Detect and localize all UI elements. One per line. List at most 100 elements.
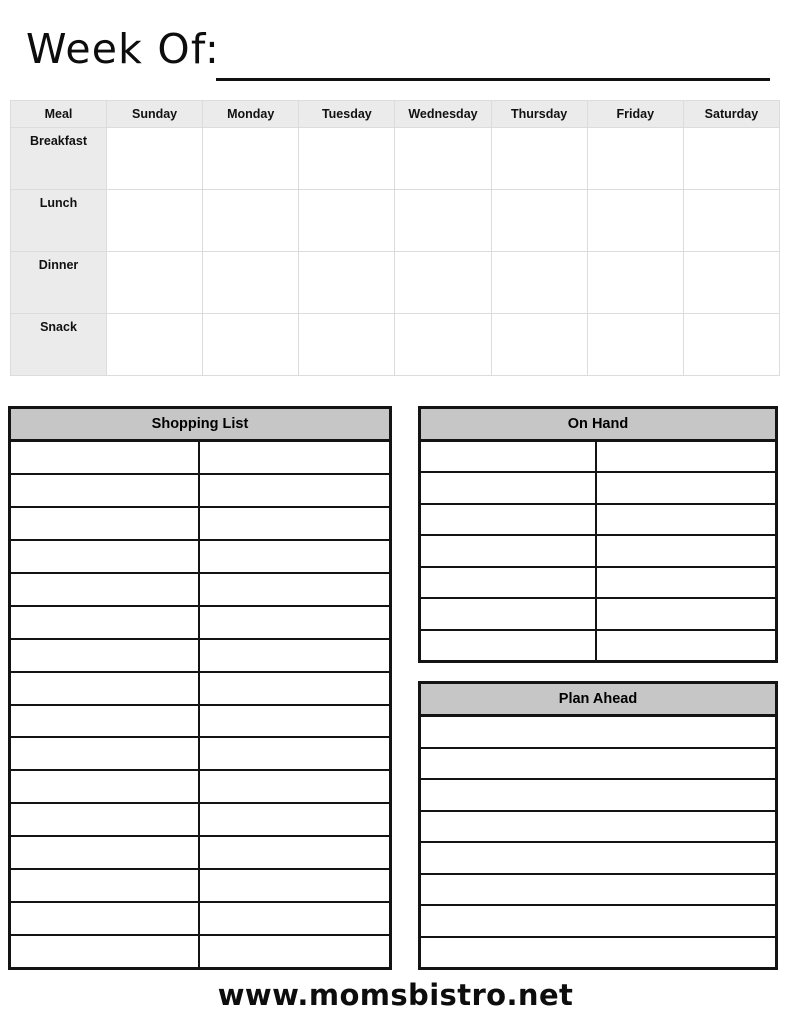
meal-cell-lunch-wednesday[interactable] <box>394 189 492 252</box>
shopping-list-cell-left[interactable] <box>11 903 200 935</box>
meal-cell-lunch-monday[interactable] <box>202 189 300 252</box>
shopping-list-cell-right[interactable] <box>200 837 389 868</box>
on-hand-cell-left[interactable] <box>421 473 597 503</box>
on-hand-cell-right[interactable] <box>597 442 775 471</box>
plan-ahead-cell[interactable] <box>421 938 775 968</box>
meal-cell-lunch-friday[interactable] <box>586 189 684 252</box>
shopping-list-cell-right[interactable] <box>200 475 389 506</box>
meal-cell-snack-friday[interactable] <box>586 313 684 376</box>
shopping-list-row <box>11 672 389 706</box>
meal-cell-dinner-tuesday[interactable] <box>298 251 396 314</box>
meal-cell-dinner-monday[interactable] <box>202 251 300 314</box>
on-hand-row <box>421 536 775 568</box>
shopping-list-row <box>11 540 389 574</box>
shopping-list-cell-right[interactable] <box>200 738 389 769</box>
shopping-list-cell-left[interactable] <box>11 870 200 902</box>
on-hand-cell-right[interactable] <box>597 599 775 628</box>
plan-ahead-rows <box>421 717 775 967</box>
shopping-list-cell-left[interactable] <box>11 540 200 572</box>
shopping-list-cell-right[interactable] <box>200 640 389 671</box>
on-hand-row <box>421 630 775 660</box>
meal-cell-lunch-sunday[interactable] <box>105 189 204 252</box>
meal-cell-breakfast-tuesday[interactable] <box>298 127 396 190</box>
shopping-list-cell-right[interactable] <box>200 541 389 572</box>
meal-cell-dinner-saturday[interactable] <box>682 251 781 314</box>
meal-cell-breakfast-wednesday[interactable] <box>394 127 492 190</box>
shopping-list-cell-right[interactable] <box>200 936 389 967</box>
meal-cell-snack-sunday[interactable] <box>105 313 204 376</box>
shopping-list-cell-right[interactable] <box>200 574 389 605</box>
on-hand-cell-left[interactable] <box>421 504 597 535</box>
shopping-list-cell-left[interactable] <box>11 936 200 967</box>
meal-cell-breakfast-saturday[interactable] <box>682 127 781 190</box>
meal-cell-snack-monday[interactable] <box>202 313 300 376</box>
shopping-list-cell-right[interactable] <box>200 706 389 737</box>
meal-cell-lunch-tuesday[interactable] <box>298 189 396 252</box>
plan-ahead-cell[interactable] <box>421 749 775 779</box>
shopping-list-cell-right[interactable] <box>200 771 389 802</box>
shopping-list-cell-left[interactable] <box>11 705 200 737</box>
plan-ahead-cell[interactable] <box>421 717 775 747</box>
on-hand-cell-left[interactable] <box>421 599 597 629</box>
on-hand-cell-left[interactable] <box>421 536 597 566</box>
shopping-list-row <box>11 705 389 739</box>
plan-ahead-cell[interactable] <box>421 843 775 873</box>
meal-cell-lunch-thursday[interactable] <box>490 189 588 252</box>
shopping-list-cell-right[interactable] <box>200 903 389 934</box>
meal-cell-dinner-friday[interactable] <box>586 251 684 314</box>
shopping-list-cell-left[interactable] <box>11 507 200 539</box>
meal-row-snack: Snack <box>10 313 781 376</box>
week-of-write-in-line[interactable] <box>216 78 770 81</box>
shopping-list-cell-right[interactable] <box>200 508 389 539</box>
meal-cell-snack-wednesday[interactable] <box>394 313 492 376</box>
shopping-list-rows <box>11 442 389 967</box>
plan-ahead-cell[interactable] <box>421 780 775 810</box>
shopping-list-cell-right[interactable] <box>200 607 389 638</box>
meal-label-breakfast: Breakfast <box>10 127 107 190</box>
plan-ahead-row <box>421 843 775 875</box>
on-hand-cell-right[interactable] <box>597 536 775 565</box>
shopping-list-cell-right[interactable] <box>200 804 389 835</box>
on-hand-cell-left[interactable] <box>421 630 597 660</box>
meal-cell-dinner-wednesday[interactable] <box>394 251 492 314</box>
plan-ahead-row <box>421 717 775 749</box>
shopping-list-cell-left[interactable] <box>11 738 200 770</box>
meal-cell-breakfast-friday[interactable] <box>586 127 684 190</box>
meal-cell-dinner-sunday[interactable] <box>105 251 204 314</box>
meal-cell-snack-saturday[interactable] <box>682 313 781 376</box>
shopping-list-cell-left[interactable] <box>11 573 200 605</box>
shopping-list-cell-right[interactable] <box>200 442 389 473</box>
on-hand-row <box>421 567 775 600</box>
meal-cell-dinner-thursday[interactable] <box>490 251 588 314</box>
on-hand-cell-right[interactable] <box>597 473 775 502</box>
meal-row-dinner: Dinner <box>10 251 781 314</box>
shopping-list-cell-left[interactable] <box>11 672 200 704</box>
meal-cell-breakfast-monday[interactable] <box>202 127 300 190</box>
on-hand-cell-right[interactable] <box>597 568 775 597</box>
shopping-list-cell-left[interactable] <box>11 442 200 473</box>
on-hand-cell-right[interactable] <box>597 631 775 660</box>
shopping-list-cell-right[interactable] <box>200 673 389 704</box>
shopping-list-row <box>11 474 389 508</box>
shopping-list-cell-left[interactable] <box>11 771 200 803</box>
plan-ahead-cell[interactable] <box>421 875 775 905</box>
shopping-list-cell-left[interactable] <box>11 474 200 506</box>
shopping-list-cell-right[interactable] <box>200 870 389 901</box>
plan-ahead-row <box>421 812 775 843</box>
on-hand-cell-right[interactable] <box>597 505 775 534</box>
meal-cell-breakfast-thursday[interactable] <box>490 127 588 190</box>
shopping-list-cell-left[interactable] <box>11 804 200 836</box>
meal-cell-snack-thursday[interactable] <box>490 313 588 376</box>
shopping-list-row <box>11 639 389 673</box>
plan-ahead-cell[interactable] <box>421 812 775 842</box>
meal-cell-snack-tuesday[interactable] <box>298 313 396 376</box>
meal-cell-lunch-saturday[interactable] <box>682 189 781 252</box>
shopping-list-cell-left[interactable] <box>11 837 200 869</box>
on-hand-cell-left[interactable] <box>421 567 597 598</box>
plan-ahead-cell[interactable] <box>421 906 775 936</box>
shopping-list-cell-left[interactable] <box>11 639 200 671</box>
on-hand-cell-left[interactable] <box>421 442 597 472</box>
meal-cell-breakfast-sunday[interactable] <box>105 127 204 190</box>
shopping-list-cell-left[interactable] <box>11 606 200 638</box>
on-hand-row <box>421 504 775 537</box>
